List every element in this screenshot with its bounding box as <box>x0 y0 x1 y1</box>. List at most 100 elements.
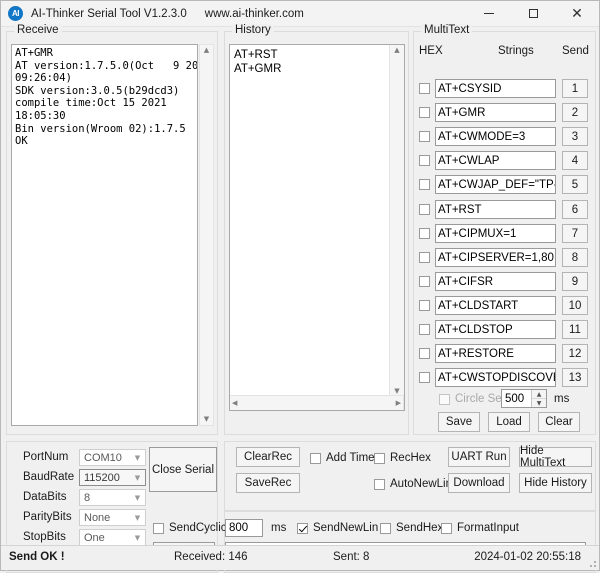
history-group-label: History <box>232 24 274 36</box>
multitext-hex-checkbox[interactable] <box>419 252 430 263</box>
download-button[interactable]: Download <box>448 473 510 493</box>
circle-send-interval-spinner[interactable]: 500 ▲ ▼ <box>501 389 547 408</box>
multitext-send-button[interactable]: 11 <box>562 320 588 339</box>
multitext-send-button[interactable]: 5 <box>562 175 588 194</box>
rechex-checkbox[interactable] <box>374 453 385 464</box>
sendcyclic-row[interactable]: SendCyclic <box>153 522 227 534</box>
multitext-send-button[interactable]: 12 <box>562 344 588 363</box>
multitext-col-strings: Strings <box>498 45 534 57</box>
saverec-button[interactable]: SaveRec <box>236 473 300 493</box>
multitext-hex-checkbox[interactable] <box>419 204 430 215</box>
autonewline-row[interactable]: AutoNewLine <box>374 478 458 490</box>
spinner-up-icon[interactable]: ▲ <box>532 390 546 399</box>
stopbits-select[interactable]: One ▼ <box>79 529 146 546</box>
multitext-command-input[interactable]: AT+CWJAP_DEF="TP-Link <box>435 175 556 194</box>
multitext-hex-checkbox[interactable] <box>419 228 430 239</box>
load-button[interactable]: Load <box>488 412 530 432</box>
rechex-row[interactable]: RecHex <box>374 452 431 464</box>
multitext-send-button[interactable]: 1 <box>562 79 588 98</box>
multitext-send-button[interactable]: 8 <box>562 248 588 267</box>
multitext-send-button[interactable]: 10 <box>562 296 588 315</box>
receive-textarea[interactable]: AT+GMR AT version:1.7.5.0(Oct 9 2021 09:… <box>11 44 198 426</box>
clearrec-button[interactable]: ClearRec <box>236 447 300 467</box>
add-time-label: Add Time <box>326 452 375 464</box>
multitext-send-button[interactable]: 3 <box>562 127 588 146</box>
sendcyclic-checkbox[interactable] <box>153 523 164 534</box>
stopbits-value: One <box>84 532 130 544</box>
circle-send-interval-value[interactable]: 500 <box>502 393 531 405</box>
multitext-send-button[interactable]: 13 <box>562 368 588 387</box>
multitext-hex-checkbox[interactable] <box>419 348 430 359</box>
cyclic-interval-input[interactable]: 800 <box>225 519 263 537</box>
add-time-checkbox[interactable] <box>310 453 321 464</box>
sendhex-checkbox[interactable] <box>380 523 391 534</box>
scroll-right-icon[interactable]: ▶ <box>396 400 401 407</box>
multitext-command-input[interactable]: AT+CIPMUX=1 <box>435 224 556 243</box>
hide-multitext-button[interactable]: Hide MultiText <box>519 447 592 467</box>
multitext-send-button[interactable]: 6 <box>562 200 588 219</box>
multitext-send-button[interactable]: 2 <box>562 103 588 122</box>
multitext-command-input[interactable]: AT+CWLAP <box>435 151 556 170</box>
multitext-hex-checkbox[interactable] <box>419 324 430 335</box>
multitext-hex-checkbox[interactable] <box>419 179 430 190</box>
history-vertical-scrollbar[interactable]: ▲ ▼ <box>389 45 404 397</box>
multitext-command-input[interactable]: AT+CIPSERVER=1,80 <box>435 248 556 267</box>
baudrate-select[interactable]: 115200 ▼ <box>79 469 146 486</box>
close-button[interactable]: ✕ <box>555 1 599 26</box>
scroll-left-icon[interactable]: ◀ <box>232 400 237 407</box>
multitext-hex-checkbox[interactable] <box>419 107 430 118</box>
spinner-buttons[interactable]: ▲ ▼ <box>531 390 546 407</box>
portnum-select[interactable]: COM10 ▼ <box>79 449 146 466</box>
multitext-command-input[interactable]: AT+CIFSR <box>435 272 556 291</box>
databits-select[interactable]: 8 ▼ <box>79 489 146 506</box>
multitext-command-input[interactable]: AT+CWMODE=3 <box>435 127 556 146</box>
scroll-up-icon[interactable]: ▲ <box>394 47 399 54</box>
formatinput-label: FormatInput <box>457 522 519 534</box>
multitext-col-send: Send <box>562 45 589 57</box>
close-serial-button[interactable]: Close Serial <box>149 447 217 492</box>
autonewline-checkbox[interactable] <box>374 479 385 490</box>
add-time-row[interactable]: Add Time <box>310 452 375 464</box>
multitext-hex-checkbox[interactable] <box>419 131 430 142</box>
formatinput-row[interactable]: FormatInput <box>441 522 519 534</box>
sendnewline-checkbox[interactable] <box>297 523 308 534</box>
history-horizontal-scrollbar[interactable]: ◀ ▶ <box>230 395 404 410</box>
multitext-command-input[interactable]: AT+RST <box>435 200 556 219</box>
history-listbox[interactable]: AT+RST AT+GMR ▲ ▼ ◀ ▶ <box>229 44 405 411</box>
multitext-command-value: AT+CWLAP <box>438 155 499 167</box>
multitext-send-button[interactable]: 4 <box>562 151 588 170</box>
circle-send-checkbox[interactable] <box>439 394 450 405</box>
scroll-up-icon[interactable]: ▲ <box>204 47 209 54</box>
scroll-down-icon[interactable]: ▼ <box>394 388 399 395</box>
maximize-button[interactable] <box>511 1 555 26</box>
multitext-hex-checkbox[interactable] <box>419 300 430 311</box>
formatinput-checkbox[interactable] <box>441 523 452 534</box>
multitext-send-button[interactable]: 9 <box>562 272 588 291</box>
multitext-hex-checkbox[interactable] <box>419 83 430 94</box>
scroll-down-icon[interactable]: ▼ <box>204 416 209 423</box>
multitext-command-value: AT+CIPSERVER=1,80 <box>438 252 554 264</box>
multitext-command-input[interactable]: AT+RESTORE <box>435 344 556 363</box>
hide-history-button[interactable]: Hide History <box>519 473 592 493</box>
circle-send-unit: ms <box>554 393 569 405</box>
sendnewline-row[interactable]: SendNewLin <box>297 522 378 534</box>
multitext-command-input[interactable]: AT+CLDSTOP <box>435 320 556 339</box>
multitext-hex-checkbox[interactable] <box>419 372 430 383</box>
paritybits-select[interactable]: None ▼ <box>79 509 146 526</box>
multitext-send-button[interactable]: 7 <box>562 224 588 243</box>
minimize-button[interactable] <box>467 1 511 26</box>
save-button[interactable]: Save <box>438 412 480 432</box>
resize-grip-icon[interactable] <box>586 557 596 567</box>
multitext-hex-checkbox[interactable] <box>419 276 430 287</box>
multitext-command-input[interactable]: AT+CLDSTART <box>435 296 556 315</box>
multitext-command-input[interactable]: AT+CWSTOPDISCOVER <box>435 368 556 387</box>
multitext-command-input[interactable]: AT+CSYSID <box>435 79 556 98</box>
receive-vertical-scrollbar[interactable]: ▲ ▼ <box>199 44 214 426</box>
uart-run-button[interactable]: UART Run <box>448 447 510 467</box>
sendhex-row[interactable]: SendHex <box>380 522 443 534</box>
spinner-down-icon[interactable]: ▼ <box>532 399 546 407</box>
multitext-command-input[interactable]: AT+GMR <box>435 103 556 122</box>
multitext-hex-checkbox[interactable] <box>419 155 430 166</box>
clear-button[interactable]: Clear <box>538 412 580 432</box>
multitext-send-number: 7 <box>572 228 578 240</box>
